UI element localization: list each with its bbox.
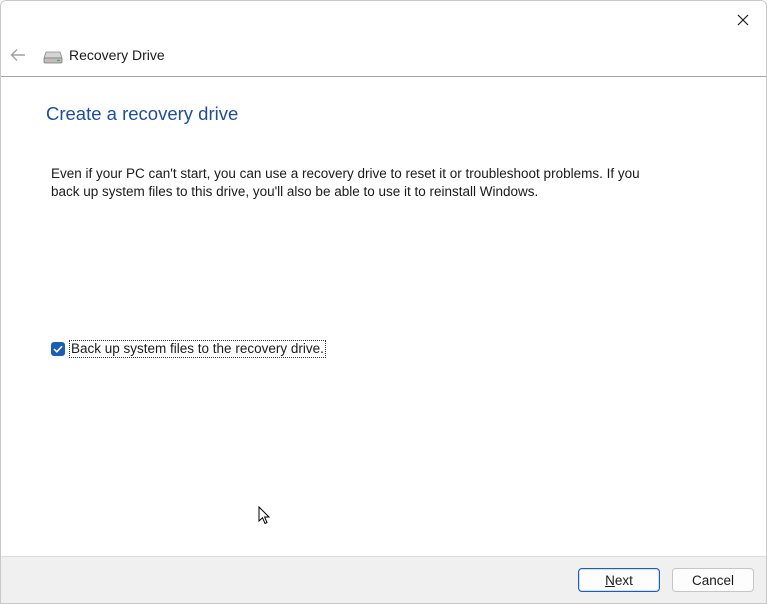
checkmark-icon: [53, 345, 63, 353]
back-button[interactable]: [7, 44, 29, 66]
mouse-cursor-icon: [258, 506, 270, 525]
title-bar: [1, 1, 766, 38]
back-arrow-icon: [10, 49, 25, 61]
page-title: Create a recovery drive: [46, 103, 239, 124]
backup-checkbox-row[interactable]: Back up system files to the recovery dri…: [51, 340, 326, 358]
recovery-drive-window: Recovery Drive Create a recovery drive E…: [0, 0, 767, 604]
nav-bar: Recovery Drive: [1, 38, 766, 77]
drive-icon: [43, 51, 63, 64]
close-button[interactable]: [720, 1, 766, 38]
backup-checkbox-label[interactable]: Back up system files to the recovery dri…: [69, 340, 326, 358]
description-text: Even if your PC can't start, you can use…: [51, 166, 640, 199]
close-icon: [737, 14, 749, 25]
footer-bar: Next Cancel: [1, 556, 766, 603]
cancel-button[interactable]: Cancel: [672, 568, 754, 592]
nav-title: Recovery Drive: [69, 47, 165, 63]
backup-system-files-checkbox[interactable]: [51, 342, 65, 356]
next-label-rest: ext: [614, 572, 633, 588]
next-button[interactable]: Next: [578, 568, 660, 592]
next-mnemonic: N: [605, 572, 615, 588]
